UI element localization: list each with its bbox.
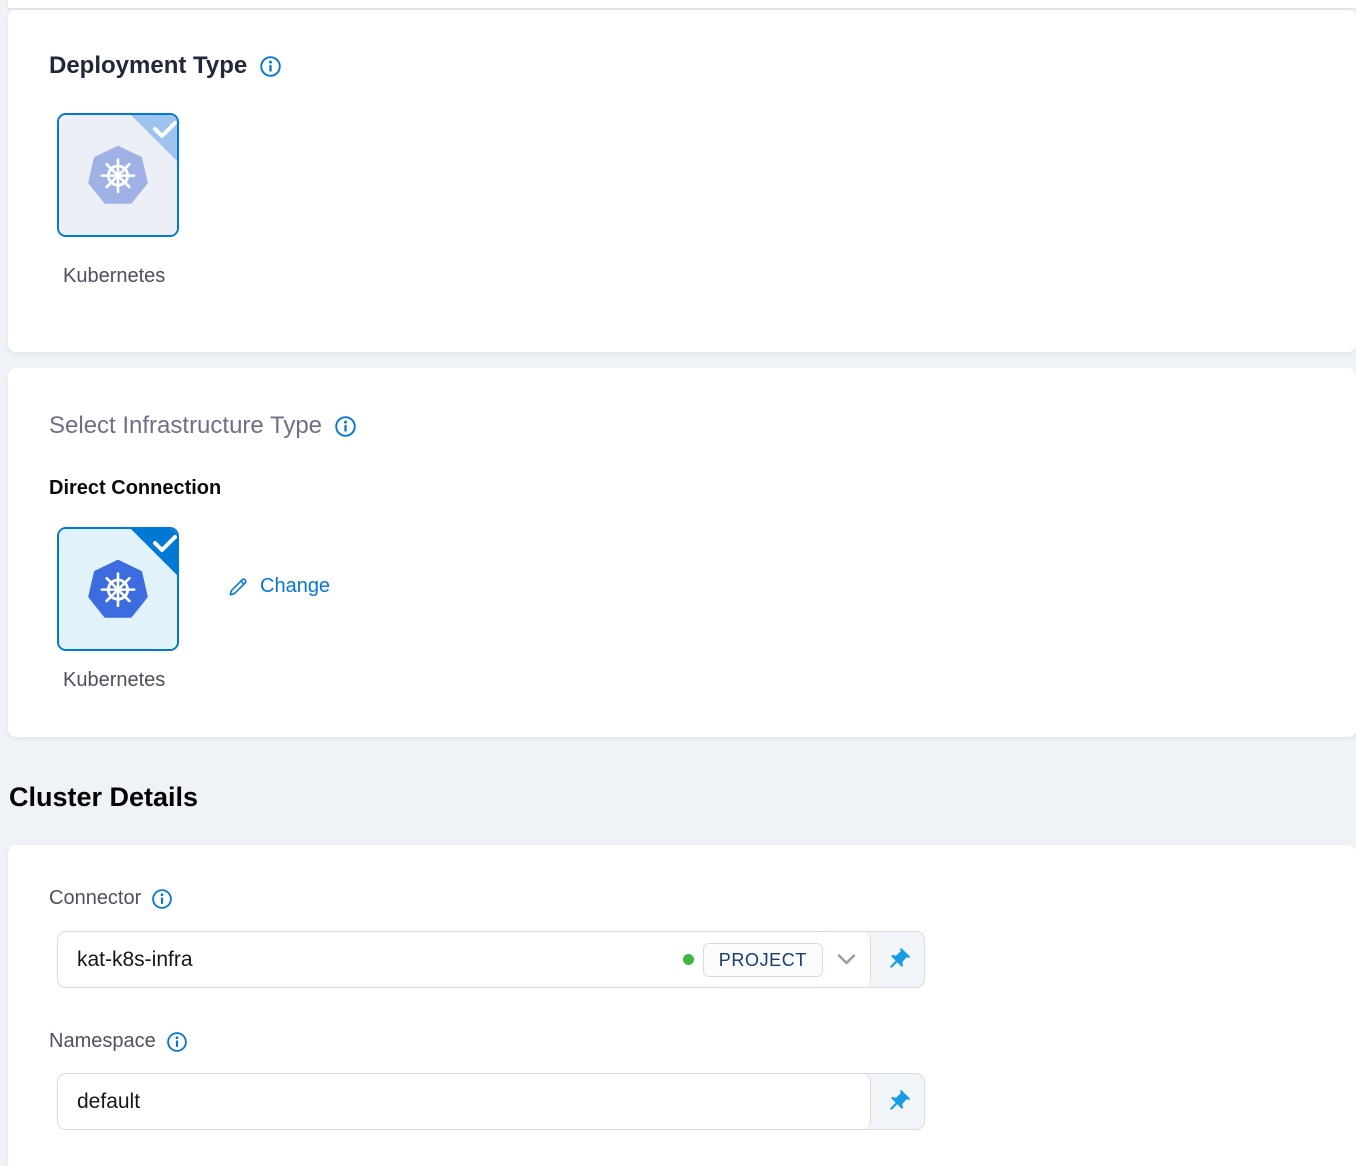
info-icon[interactable] (166, 1031, 188, 1053)
chevron-down-icon[interactable] (837, 953, 856, 966)
deployment-type-title: Deployment Type (49, 52, 247, 80)
scope-badge: PROJECT (703, 943, 823, 977)
pin-icon (885, 947, 911, 973)
cluster-details-title: Cluster Details (9, 782, 198, 813)
infrastructure-type-panel: Select Infrastructure Type Direct Connec… (8, 368, 1356, 737)
namespace-input[interactable]: default (58, 1074, 871, 1129)
namespace-field: default (57, 1073, 925, 1130)
previous-panel-edge (8, 0, 1356, 8)
pin-button[interactable] (871, 1074, 924, 1129)
direct-connection-subtitle: Direct Connection (49, 477, 221, 500)
infrastructure-card-label: Kubernetes (63, 669, 165, 692)
selected-check-icon (131, 115, 177, 161)
pin-icon (885, 1089, 911, 1115)
selected-check-icon (131, 529, 177, 575)
deployment-type-panel: Deployment Type (8, 10, 1356, 352)
info-icon[interactable] (334, 415, 357, 438)
change-button[interactable]: Change (227, 575, 330, 598)
connector-value: kat-k8s-infra (77, 948, 683, 972)
pencil-icon (227, 576, 249, 598)
namespace-label: Namespace (49, 1030, 156, 1053)
namespace-value: default (77, 1090, 856, 1114)
connectivity-status-dot (683, 954, 694, 965)
connector-field: kat-k8s-infra PROJECT (57, 931, 925, 988)
connector-label: Connector (49, 887, 141, 910)
info-icon[interactable] (151, 888, 173, 910)
deployment-type-card-kubernetes[interactable] (57, 113, 179, 237)
infrastructure-type-title: Select Infrastructure Type (49, 412, 322, 440)
info-icon[interactable] (259, 55, 282, 78)
change-label: Change (260, 575, 330, 598)
connector-select[interactable]: kat-k8s-infra PROJECT (58, 932, 871, 987)
infrastructure-card-kubernetes[interactable] (57, 527, 179, 651)
deployment-card-label: Kubernetes (63, 265, 165, 288)
pin-button[interactable] (871, 932, 924, 987)
cluster-details-panel: Connector kat-k8s-infra PROJECT (8, 845, 1356, 1166)
